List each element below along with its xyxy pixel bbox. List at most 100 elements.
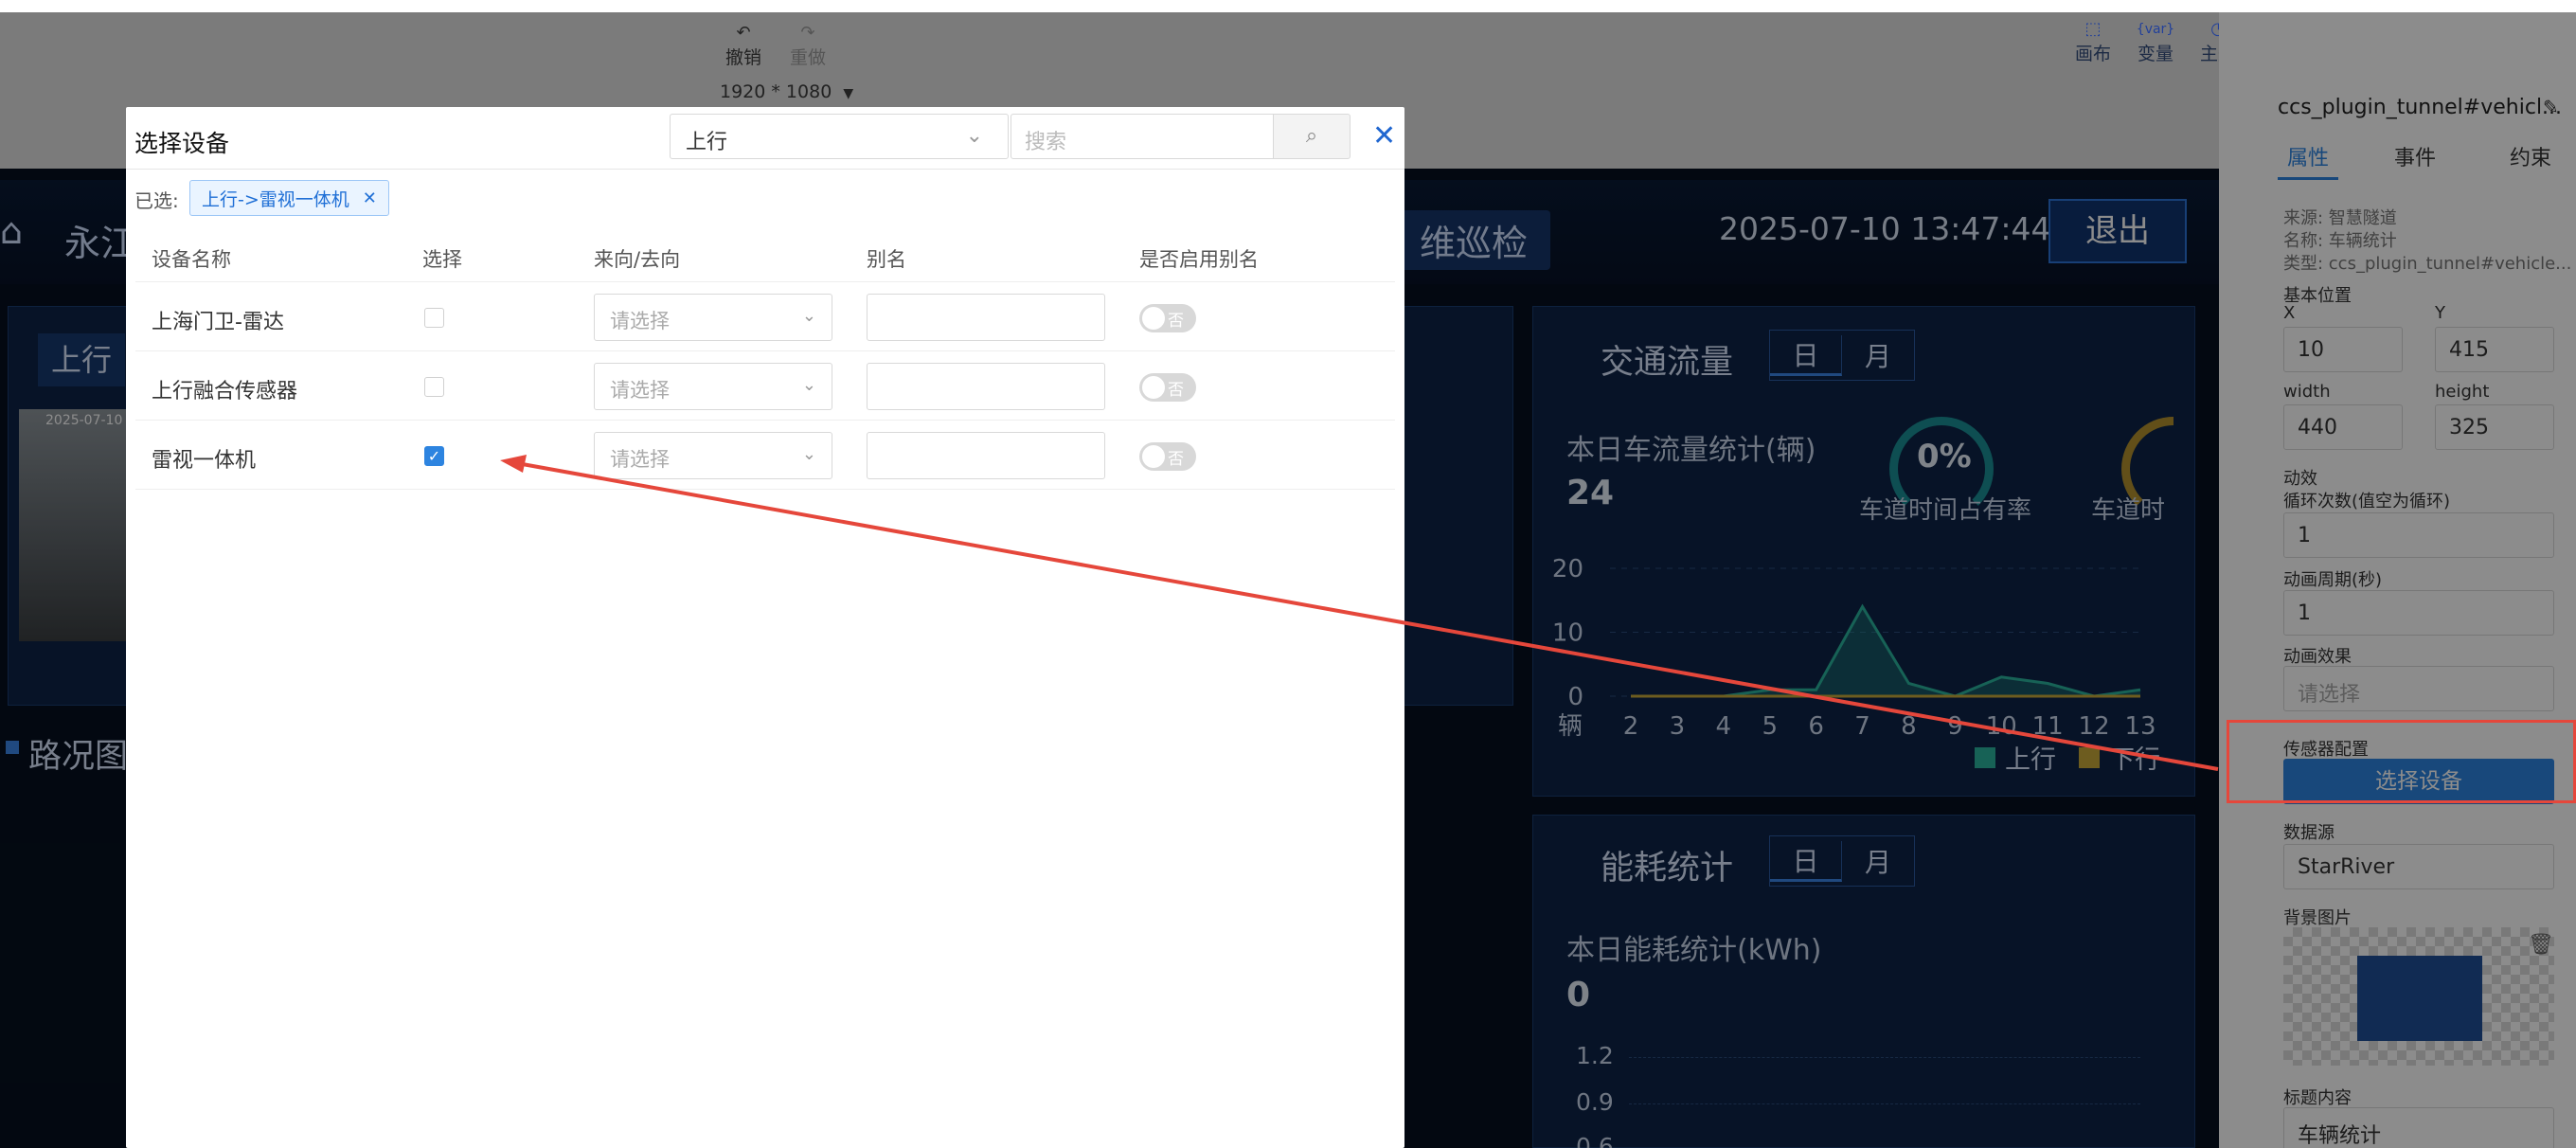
chart-xtick-label: 2 [1623,712,1639,741]
energy-ytick: 1.2 [1576,1042,1614,1069]
chevron-down-icon: ⌄ [965,124,983,148]
chart-xtick-label: 3 [1670,712,1686,741]
toggle-knob [1142,307,1165,330]
legend-up: 上行 [2005,745,2056,775]
window-top-strip [0,0,2576,12]
enable-alias-toggle[interactable]: 否 [1139,304,1196,332]
tag-close-icon[interactable]: ✕ [363,188,377,208]
row-divider [135,281,1395,282]
toggle-text: 否 [1168,449,1184,469]
selected-tag-text: 上行->雷视一体机 [202,188,349,210]
toggle-knob [1142,445,1165,468]
redo-label: 重做 [790,47,827,68]
traffic-count: 24 [1566,474,1615,512]
energy-gridline [1629,1103,2140,1104]
row-divider [135,489,1395,490]
column-header-direction: 来向/去向 [594,248,681,271]
redo-button[interactable]: ↷ 重做 [790,23,826,69]
alias-input[interactable] [867,363,1105,410]
panel-backdrop [2219,12,2576,1148]
annotation-highlight-box [2227,720,2576,803]
occupancy-value: 0% [1917,438,1972,475]
toggle-knob [1142,376,1165,399]
energy-ytick: 0.9 [1576,1088,1614,1116]
toolbar-label: 变量 [2137,44,2174,64]
resolution-dropdown[interactable]: 1920 * 1080 ▼ [720,81,853,102]
chart-xtick-label: 5 [1762,712,1778,741]
traffic-line-chart: 20 10 0辆 2 3 4 5 6 7 8 9 10 11 12 13 [1553,555,2156,741]
device-checkbox[interactable]: ✓ [424,446,444,466]
chevron-down-icon: ⌄ [801,375,816,395]
tab-month[interactable]: 月 [1842,336,1914,374]
direction-dropdown[interactable]: 请选择 ⌄ [594,363,832,410]
search-button[interactable]: ⌕ [1273,114,1351,159]
exit-button[interactable]: 退出 [2048,199,2187,263]
traffic-legend: 上行 下行 [1975,739,2160,776]
alias-input[interactable] [867,294,1105,341]
dashboard-clock: 2025-07-10 13:47:44 [1719,210,2051,247]
energy-value: 0 [1566,976,1591,1014]
chart-xtick-label: 7 [1854,712,1870,741]
gauge-2-label: 车道时 [2091,496,2166,525]
row-divider [135,420,1395,421]
traffic-subtitle: 本日车流量统计(辆) [1566,434,1816,467]
legend-swatch-up [1975,746,1995,768]
column-header-enable-alias: 是否启用别名 [1139,248,1259,271]
column-header-alias: 别名 [867,248,906,271]
direction-select[interactable]: 上行 ⌄ [670,114,1009,159]
alias-input[interactable] [867,432,1105,479]
road-map-title: 路况图 [28,738,129,776]
dropdown-placeholder: 请选择 [610,379,670,402]
chart-xtick-label: 4 [1716,712,1732,741]
redo-icon: ↷ [800,23,815,43]
direction-dropdown[interactable]: 请选择 ⌄ [594,294,832,341]
dialog-divider [126,169,1404,170]
device-name: 上行融合传感器 [152,380,298,404]
canvas-icon: ⬚ [2084,19,2102,39]
energy-subtitle: 本日能耗统计(kWh) [1566,934,1822,967]
column-header-select: 选择 [422,248,462,271]
chart-xtick-label: 12 [2079,712,2110,741]
selected-tag: 上行->雷视一体机 ✕ [189,180,389,216]
device-search-input[interactable]: 搜索 [1011,114,1274,159]
chart-ytick-label: 10 [1553,619,1583,648]
check-icon: ✓ [427,447,441,465]
toolbar-item[interactable]: {var} 变量 [2133,19,2178,65]
tab-month[interactable]: 月 [1842,842,1914,880]
tab-day[interactable]: 日 [1770,334,1842,376]
dialog-title: 选择设备 [134,130,230,157]
energy-title: 能耗统计 [1601,850,1734,888]
undo-button[interactable]: ↶ 撤销 [725,23,761,69]
toolbar-item[interactable]: ⬚ 画布 [2070,19,2116,65]
resolution-label: 1920 * 1080 [720,81,832,102]
row-divider [135,350,1395,351]
chart-xtick-label: 13 [2124,712,2156,741]
dashboard-nav-item[interactable]: 维巡检 [1397,210,1551,270]
dropdown-placeholder: 请选择 [610,310,670,332]
direction-dropdown[interactable]: 请选择 ⌄ [594,432,832,479]
enable-alias-toggle[interactable]: 否 [1139,442,1196,471]
selected-label: 已选: [134,189,179,212]
camera-image [19,409,128,641]
close-icon[interactable]: ✕ [1372,119,1396,152]
column-header-name: 设备名称 [152,248,231,271]
chevron-down-icon: ⌄ [801,306,816,326]
chart-xtick-label: 9 [1947,712,1963,741]
device-checkbox[interactable] [424,308,444,328]
device-checkbox[interactable] [424,377,444,397]
chart-xtick-label: 11 [2032,712,2064,741]
chevron-down-icon: ⌄ [801,444,816,464]
camera-timestamp: 2025-07-10 [45,413,123,428]
tab-day[interactable]: 日 [1770,840,1842,882]
video-tab-up[interactable]: 上行 [38,333,125,386]
toggle-text: 否 [1168,311,1184,331]
enable-alias-toggle[interactable]: 否 [1139,373,1196,402]
chart-xtick-label: 8 [1901,712,1917,741]
occupancy-label: 车道时间占有率 [1859,496,2032,525]
toggle-text: 否 [1168,380,1184,400]
traffic-range-toggle: 日 月 [1769,330,1915,381]
variable-icon: {var} [2136,22,2175,37]
series-area-上行 [1631,606,2140,696]
home-icon: ⌂ [0,210,24,252]
chart-ylabel: 辆 [1558,712,1583,741]
